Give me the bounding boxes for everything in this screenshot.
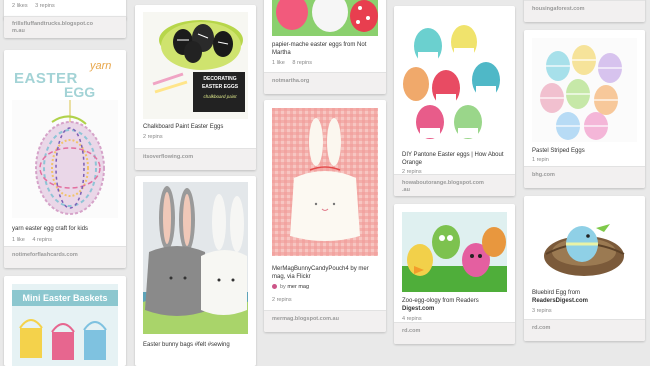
pin-card[interactable]: MerMagBunnyCandyPouch4 by mer mag, via F… — [264, 100, 386, 332]
pin-description: Chalkboard Paint Easter Eggs — [143, 124, 224, 130]
desc-line1: Zoo-egg-ology from Readers — [402, 298, 479, 304]
desc-line2: ReadersDigest.com — [532, 297, 589, 304]
pin-image[interactable] — [532, 38, 637, 142]
pin-stats: 2 repins — [143, 134, 169, 140]
pin-source-link[interactable]: notmartha.org — [264, 72, 386, 94]
pin-image[interactable] — [143, 182, 248, 334]
image-title-egg: EGG — [64, 84, 96, 100]
pin-stats: 2 likes 3 repins — [12, 3, 61, 9]
desc-line1: Bluebird Egg from — [532, 290, 581, 296]
pin-image[interactable]: DECORATING EASTER EGGS chalkboard paint — [143, 12, 248, 119]
pin-stats: 2 repins — [272, 297, 298, 303]
pin-card[interactable]: EASTER yarn EGG yarn easter egg craft fo… — [4, 50, 126, 268]
pin-description: DIY Pantone Easter eggs | How About Oran… — [402, 152, 504, 166]
pinner-prefix: by — [280, 284, 286, 290]
avatar — [272, 284, 277, 290]
sign-text-line1: DECORATING — [203, 76, 237, 82]
repins-count: 2 repins — [272, 297, 292, 303]
repins-count: 3 repins — [532, 308, 552, 314]
pin-source-link[interactable]: howaboutorange.blogspot.com .au — [394, 174, 515, 196]
pin-card[interactable]: Pastel Striped Eggs 1 repin bhg.com — [524, 30, 645, 188]
pin-stats: 1 like 4 repins — [12, 237, 58, 243]
repins-count: 3 repins — [35, 3, 55, 9]
pin-stats: 1 repin — [532, 157, 555, 163]
pin-source-link[interactable]: housingaforest.com — [524, 0, 645, 22]
pin-source-link[interactable]: rd.com — [524, 319, 645, 341]
pinner-attribution[interactable]: by mer mag — [272, 284, 309, 290]
pin-card[interactable]: Easter bunny bags #felt #sewing — [135, 176, 256, 366]
likes-count: 1 like — [12, 237, 25, 243]
image-caption: Mini Easter Baskets — [12, 290, 118, 306]
papier-mache-eggs-illustration — [272, 0, 378, 36]
pin-description: Easter bunny bags #felt #sewing — [143, 342, 230, 348]
pin-image[interactable]: Mini Easter Baskets — [12, 284, 118, 366]
repins-count: 8 repins — [292, 60, 312, 66]
pin-card[interactable]: Mini Easter Baskets — [4, 276, 126, 366]
bunny-pouch-illustration — [272, 108, 378, 256]
pin-source-bar[interactable]: frillsfluffandtrucks.blogspot.co m.au — [4, 16, 126, 38]
desc-line2: Digest.com — [402, 305, 435, 312]
pin-source-link[interactable]: bhg.com — [524, 166, 645, 188]
pin-card[interactable]: Zoo-egg-ology from Readers Digest.com 4 … — [394, 204, 515, 344]
pin-card[interactable]: housingaforest.com — [524, 0, 645, 22]
repins-count: 1 repin — [532, 157, 549, 163]
pin-card[interactable]: DIY Pantone Easter eggs | How About Oran… — [394, 6, 515, 196]
sign-text-line3: chalkboard paint — [203, 94, 237, 99]
pin-stats: 3 repins — [532, 308, 558, 314]
yarn-egg-illustration — [12, 100, 118, 218]
pin-card[interactable]: papier-mache easter eggs from Not Martha… — [264, 0, 386, 94]
pin-description: Pastel Striped Eggs — [532, 148, 585, 154]
baskets-illustration — [19, 319, 107, 360]
sign-text-line2: EASTER EGGS — [201, 84, 239, 90]
pantone-eggs-illustration — [402, 18, 507, 144]
pin-description: Zoo-egg-ology from Readers Digest.com — [402, 298, 509, 313]
pin-description: Bluebird Egg from ReadersDigest.com — [532, 290, 639, 305]
pin-image[interactable] — [272, 0, 378, 36]
likes-count: 2 likes — [12, 3, 28, 9]
pin-image[interactable] — [532, 204, 637, 284]
pin-source-link[interactable]: rd.com — [394, 322, 515, 344]
image-title-yarn: yarn — [90, 60, 112, 72]
striped-eggs-illustration — [532, 38, 637, 142]
pin-image[interactable] — [272, 108, 378, 256]
pin-description: papier-mache easter eggs from Not Martha — [272, 42, 367, 56]
pin-image[interactable] — [402, 18, 507, 144]
bunny-bags-illustration — [143, 182, 248, 334]
pin-source-link[interactable]: notimeforflashcards.com — [4, 246, 126, 268]
pinner-name[interactable]: mer mag — [287, 284, 309, 290]
repins-count: 4 repins — [32, 237, 52, 243]
pin-source-link[interactable]: frillsfluffandtrucks.blogspot.co m.au — [4, 16, 126, 38]
pin-source-link[interactable]: itsoverflowing.com — [135, 148, 256, 170]
pin-stats: 1 like 8 repins — [272, 60, 318, 66]
chalkboard-eggs-illustration — [143, 12, 248, 119]
bluebird-egg-illustration — [532, 204, 637, 284]
pin-card[interactable]: Bluebird Egg from ReadersDigest.com 3 re… — [524, 196, 645, 341]
pin-source-link[interactable]: mermag.blogspot.com.au — [264, 310, 386, 332]
pin-description: MerMagBunnyCandyPouch4 by mer mag, via F… — [272, 266, 369, 280]
pin-image[interactable] — [402, 212, 507, 292]
likes-count: 1 like — [272, 60, 285, 66]
pin-description: yarn easter egg craft for kids — [12, 226, 89, 232]
repins-count: 2 repins — [143, 134, 163, 140]
pin-image[interactable]: EASTER yarn EGG — [12, 60, 118, 218]
pin-card[interactable]: DECORATING EASTER EGGS chalkboard paint … — [135, 5, 256, 170]
zoo-eggs-illustration — [402, 212, 507, 292]
